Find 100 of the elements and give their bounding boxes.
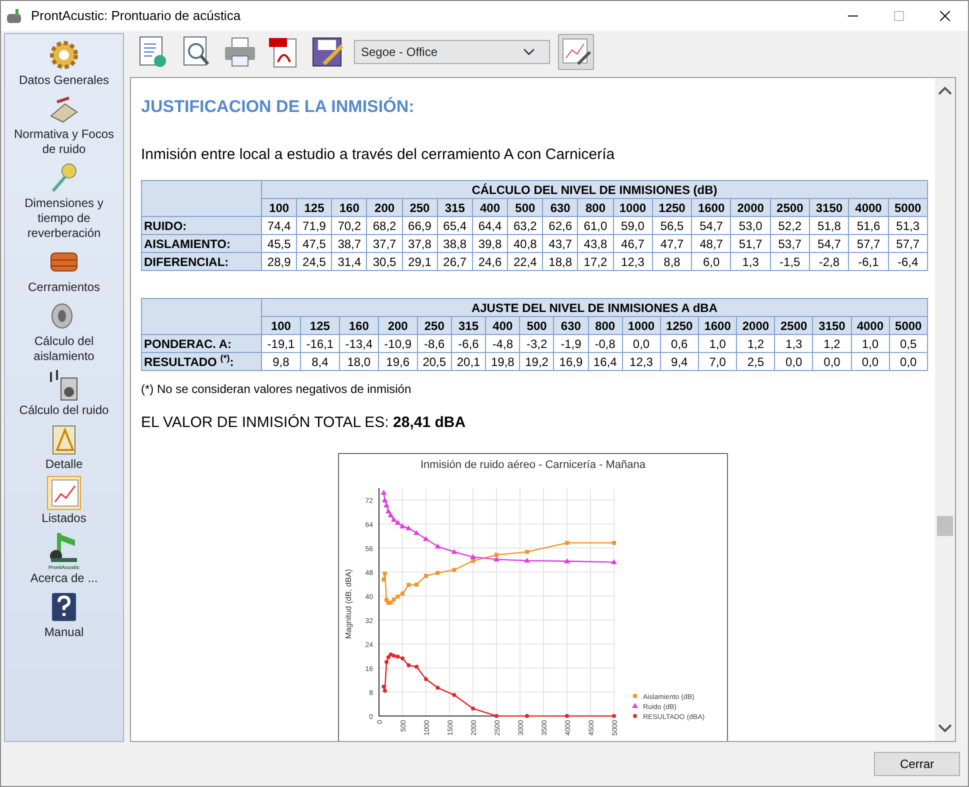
sidebar-item[interactable]: Manual (42, 590, 86, 640)
table-cell: 54,7 (810, 234, 849, 252)
table-cell: 45,5 (262, 234, 297, 252)
sidebar-item[interactable]: Normativa y Focos de ruido (5, 92, 123, 157)
table-cell: 39,8 (472, 234, 508, 252)
toolbar-button[interactable] (558, 34, 594, 70)
column-header: 1250 (652, 198, 692, 216)
table-cell: 62,6 (542, 216, 578, 234)
column-header: 250 (417, 316, 452, 334)
table-cell: 54,7 (692, 216, 731, 234)
table-cell: 0,0 (851, 352, 890, 370)
sidebar-item[interactable]: Detalle (43, 422, 85, 472)
data-point (406, 662, 411, 667)
minimize-icon (848, 15, 858, 17)
column-header: 3150 (812, 316, 852, 334)
table-cell: 29,1 (402, 252, 438, 270)
table-cell: 17,2 (578, 252, 614, 270)
table-cell: 18,8 (542, 252, 578, 270)
data-point (525, 549, 530, 554)
column-header: 500 (508, 198, 543, 216)
table-cell: 70,2 (332, 216, 367, 234)
total-value: 28,41 dBA (393, 414, 466, 431)
column-header: 315 (451, 316, 486, 334)
sidebar-item[interactable]: Cerramientos (26, 245, 102, 295)
column-header: 630 (542, 198, 578, 216)
table-cell: 59,0 (613, 216, 652, 234)
row-header: AISLAMIENTO: (142, 234, 262, 252)
chart-tool-icon (560, 36, 592, 68)
data-point (565, 714, 569, 718)
data-point (406, 582, 411, 586)
scrollbar[interactable] (935, 78, 955, 741)
table-cell: 6,0 (692, 252, 731, 270)
data-point (494, 714, 498, 718)
data-point (564, 558, 570, 563)
table-cell: 1,0 (698, 334, 737, 352)
table-cell: -6,1 (848, 252, 888, 270)
sidebar-item[interactable]: Cálculo del aislamiento (5, 299, 123, 364)
table-cell: 53,7 (770, 234, 810, 252)
column-header: 1000 (622, 316, 660, 334)
table-cell: 8,4 (300, 352, 340, 370)
table-cell: 47,5 (296, 234, 332, 252)
data-point (414, 582, 419, 586)
table-cell: 37,8 (402, 234, 438, 252)
table-cell: 48,7 (692, 234, 731, 252)
table-cell: 64,4 (472, 216, 508, 234)
table-cell: 38,7 (332, 234, 367, 252)
table-cell: -19,1 (262, 334, 300, 352)
table-cell: 28,9 (262, 252, 297, 270)
row-header: DIFERENCIAL: (142, 252, 262, 270)
scroll-thumb[interactable] (937, 516, 953, 536)
column-header: 2500 (774, 316, 813, 334)
data-point (611, 558, 617, 564)
table-cell: 12,3 (622, 352, 660, 370)
font-select[interactable]: Segoe - Office (354, 40, 550, 64)
table-cell: 74,4 (262, 216, 297, 234)
sidebar-item[interactable]: Listados (40, 476, 88, 526)
sidebar-item[interactable]: Datos Generales (16, 38, 112, 88)
row-header: PONDERAC. A: (142, 334, 262, 352)
column-header: 500 (520, 316, 554, 334)
data-point (382, 577, 386, 581)
column-header: 1000 (613, 198, 652, 216)
column-header: 400 (486, 316, 520, 334)
table-cell: 0,5 (889, 334, 928, 352)
table-cell: 53,0 (730, 216, 770, 234)
table-title: AJUSTE DEL NIVEL DE INMISIONES A dBA (262, 298, 928, 316)
table-cell: -4,8 (486, 334, 520, 352)
sidebar-item[interactable]: Dimensiones y tiempo de reverberación (5, 161, 123, 241)
table-cell: 61,0 (578, 216, 614, 234)
close-dialog-button[interactable]: Cerrar (874, 752, 960, 776)
table-cell: 57,7 (888, 234, 928, 252)
column-header: 2000 (730, 198, 770, 216)
table-cell: 2,5 (736, 352, 775, 370)
table-cell: 24,6 (472, 252, 508, 270)
scroll-up-icon[interactable] (938, 86, 952, 96)
table-cell: -2,8 (810, 252, 849, 270)
scroll-down-icon[interactable] (938, 723, 952, 733)
column-header: 160 (332, 198, 367, 216)
table-cell: 30,5 (366, 252, 402, 270)
data-point (424, 573, 428, 578)
column-header: 5000 (889, 316, 928, 334)
column-header: 125 (300, 316, 340, 334)
sidebar-item[interactable]: Cálculo del ruido (17, 368, 111, 418)
table-cell: 65,4 (437, 216, 472, 234)
table-cell: 19,8 (486, 352, 520, 370)
table-cell: 71,9 (296, 216, 332, 234)
data-point (525, 714, 530, 718)
table-cell: 0,0 (622, 334, 660, 352)
table-cell: -1,9 (554, 334, 588, 352)
table-cell: 40,8 (508, 234, 543, 252)
table-cell: -1,5 (770, 252, 810, 270)
data-point (524, 557, 530, 562)
section-heading: JUSTIFICACION DE LA INMISIÓN: (141, 96, 416, 118)
column-header: 200 (366, 198, 402, 216)
data-point (382, 571, 387, 575)
table-cell: -13,4 (339, 334, 378, 352)
data-point (452, 567, 456, 572)
data-point (423, 536, 429, 540)
column-header: 2000 (736, 316, 775, 334)
data-point (565, 540, 569, 544)
table-cell: 1,3 (730, 252, 770, 270)
